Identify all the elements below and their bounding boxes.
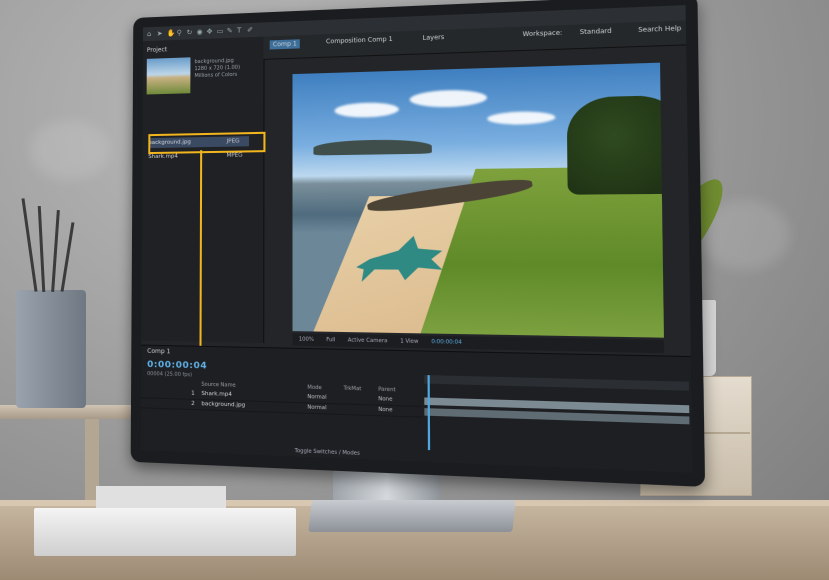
viewer-timecode: 0:00:00:04	[431, 339, 461, 346]
tab-layers[interactable]: Layers	[422, 34, 444, 42]
shark-layer[interactable]	[351, 227, 450, 291]
pen-tool-icon[interactable]: ✎	[227, 27, 235, 35]
project-panel: Project background.jpg 1280 x 720 (1.00)…	[141, 37, 264, 343]
search-help[interactable]: Search Help	[638, 25, 681, 34]
timeline-tab[interactable]: Comp 1	[147, 348, 170, 356]
workspace-value[interactable]: Standard	[580, 28, 612, 37]
col-mode[interactable]: Mode	[307, 385, 321, 392]
col-source-name[interactable]: Source Name	[201, 382, 235, 389]
footage-thumbnail	[147, 57, 191, 94]
rotate-tool-icon[interactable]: ↻	[187, 28, 195, 36]
camera-view[interactable]: Active Camera	[348, 337, 388, 344]
playhead[interactable]	[428, 375, 431, 450]
timecode[interactable]: 0:00:00:04	[147, 360, 207, 372]
selection-tool-icon[interactable]: ➤	[157, 30, 165, 38]
book-stack	[34, 508, 296, 556]
time-ruler[interactable]	[424, 375, 689, 391]
workspace-label: Workspace:	[523, 29, 563, 38]
home-icon[interactable]: ⌂	[147, 30, 155, 38]
hand-tool-icon[interactable]: ✋	[167, 29, 175, 37]
trees	[567, 95, 664, 195]
resolution[interactable]: Full	[326, 337, 335, 343]
vase	[16, 290, 86, 408]
zoom-tool-icon[interactable]: ⚲	[177, 29, 185, 37]
footage-info: background.jpg 1280 x 720 (1.00) Million…	[194, 57, 265, 80]
after-effects-screen: ⌂ ➤ ✋ ⚲ ↻ ◉ ✥ ▭ ✎ T ✐ Project background…	[141, 5, 693, 473]
type-tool-icon[interactable]: T	[237, 26, 245, 34]
project-panel-label: Project	[147, 46, 167, 54]
photo-scene: ⌂ ➤ ✋ ⚲ ↻ ◉ ✥ ▭ ✎ T ✐ Project background…	[0, 0, 829, 580]
timeline-panel: Comp 1 0:00:00:04 00004 (25.00 fps) Sour…	[141, 345, 693, 473]
zoom-level[interactable]: 100%	[299, 336, 314, 343]
composition-viewer[interactable]	[292, 63, 663, 338]
monitor-stand-foot	[308, 500, 515, 532]
highlight-box	[148, 132, 265, 154]
monitor: ⌂ ➤ ✋ ⚲ ↻ ◉ ✥ ▭ ✎ T ✐ Project background…	[131, 0, 705, 487]
tab-comp-1[interactable]: Comp 1	[270, 39, 300, 49]
col-parent[interactable]: Parent	[378, 387, 396, 394]
tab-composition[interactable]: Composition Comp 1	[326, 36, 393, 46]
pan-tool-icon[interactable]: ✥	[207, 27, 215, 35]
rectangle-tool-icon[interactable]: ▭	[217, 27, 225, 35]
island	[313, 139, 431, 156]
toggle-switches-modes[interactable]: Toggle Switches / Modes	[295, 448, 360, 457]
camera-tool-icon[interactable]: ◉	[197, 28, 205, 36]
col-trkmat[interactable]: TrkMat	[344, 386, 362, 393]
view-layout[interactable]: 1 View	[400, 338, 418, 345]
brush-tool-icon[interactable]: ✐	[247, 26, 255, 34]
timecode-frames: 00004 (25.00 fps)	[147, 371, 192, 378]
